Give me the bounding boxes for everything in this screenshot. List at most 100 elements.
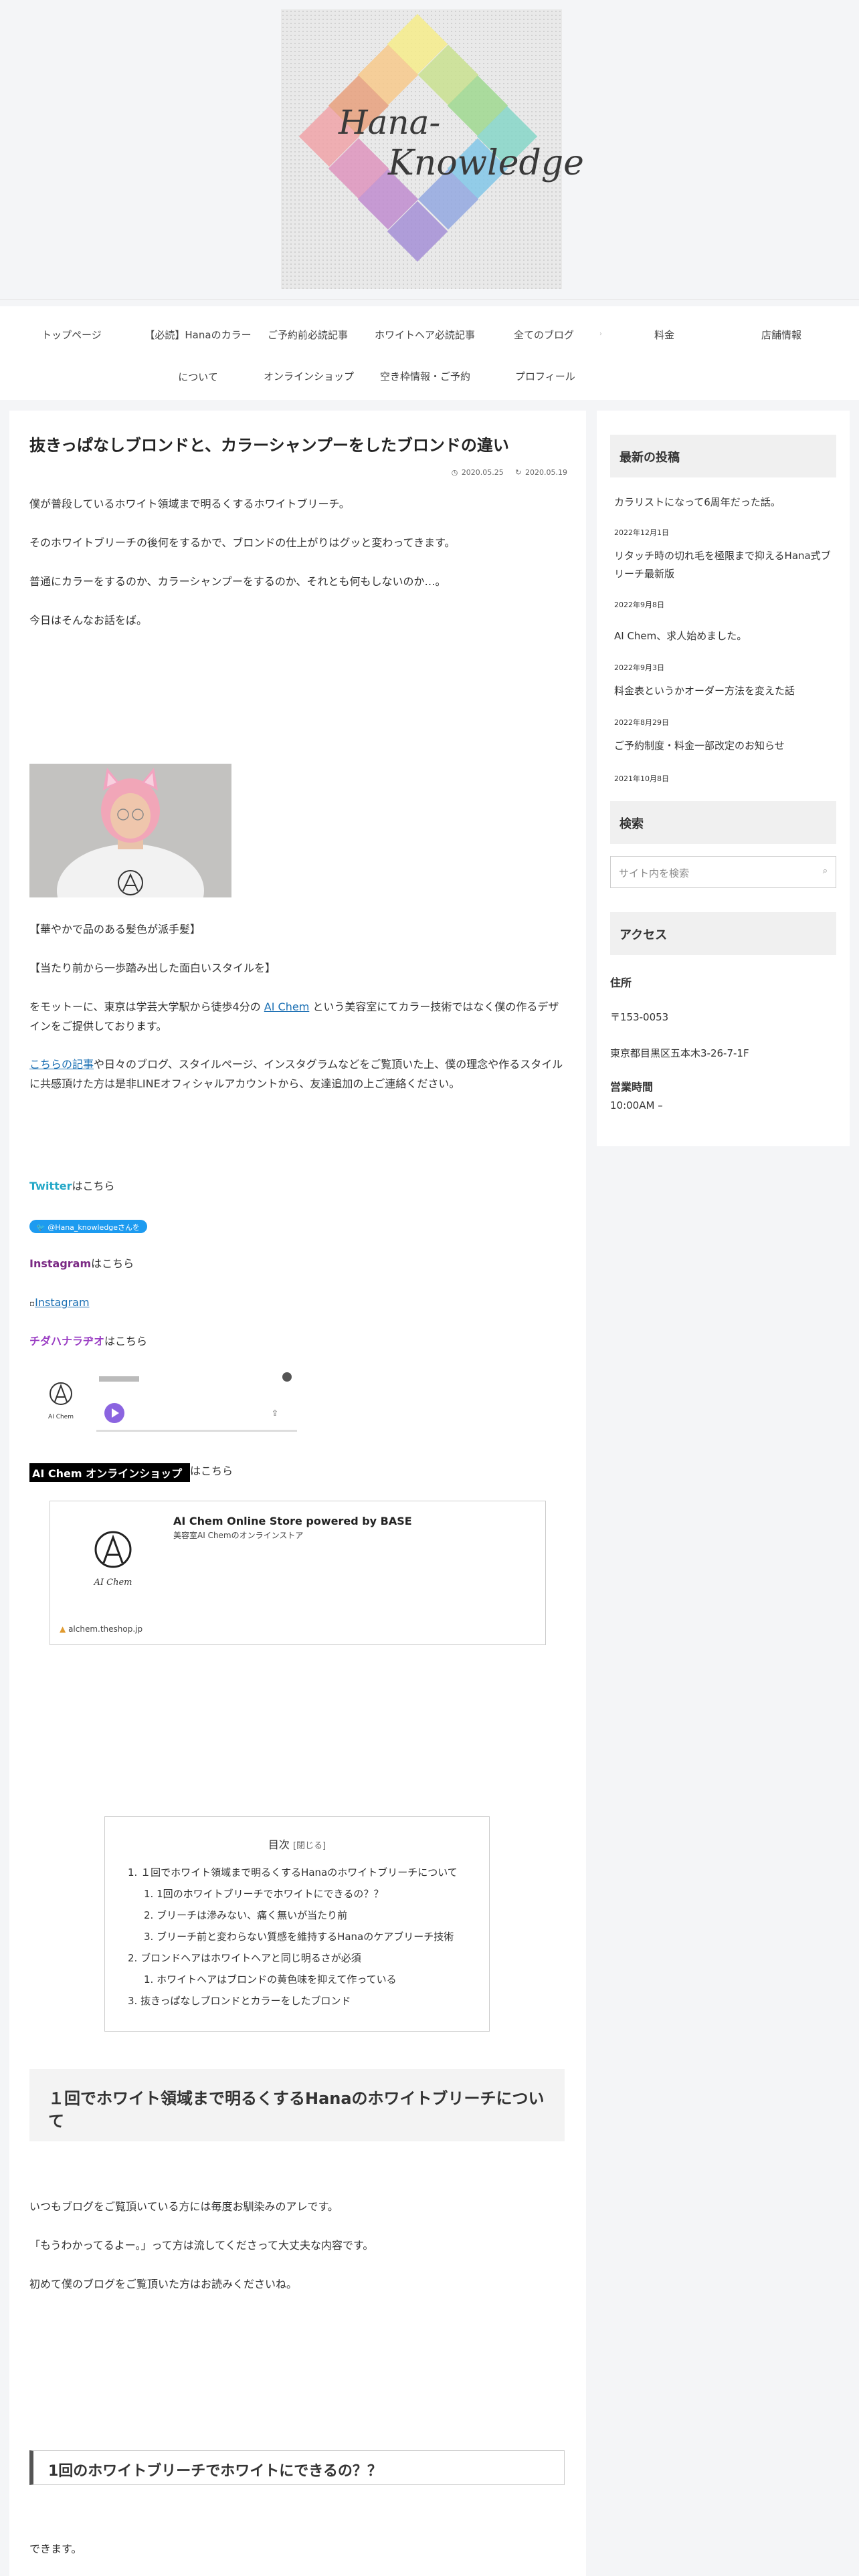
- paragraph: そのホワイトブリーチの後何をするかで、ブロンドの仕上がりはグッと変わってきます。: [29, 536, 456, 549]
- toc-item[interactable]: 2. ブロンドヘアはホワイトヘアと同じ明るさが必須: [128, 1951, 361, 1965]
- global-nav: トップページ 【必読】Hanaのカラー について ご予約前必読記事 ホワイトヘア…: [0, 306, 859, 400]
- paragraph: 「もうわかってるよー。」って方は流してくださって大丈夫な内容です。: [29, 2239, 374, 2252]
- sidebar: 最新の投稿 カラリストになって6周年だった話。 2022年12月1日 リタッチ時…: [597, 411, 850, 1146]
- shop-label: AI Chem オンラインショップ: [29, 1463, 190, 1482]
- toc-item[interactable]: 3. ブリーチ前と変わらない質感を維持するHanaのケアブリーチ技術: [144, 1929, 454, 1943]
- twitter-bird-icon: 🐦: [36, 1223, 45, 1232]
- twitter-suffix: はこちら: [72, 1180, 115, 1192]
- recent-posts-heading: 最新の投稿: [610, 435, 836, 477]
- shop-card[interactable]: AI Chem AI Chem Online Store powered by …: [50, 1501, 546, 1645]
- nav-item-profile[interactable]: プロフィール: [515, 369, 575, 383]
- nav-item-online-shop[interactable]: オンラインショップ: [264, 369, 354, 383]
- published-date: 2020.05.25: [461, 468, 504, 477]
- play-button[interactable]: [104, 1403, 124, 1423]
- toc-item[interactable]: 2. ブリーチは滲みない、痛く無いが当たり前: [144, 1908, 347, 1922]
- shop-card-url-row: ▲ alchem.theshop.jp: [60, 1624, 142, 1634]
- audio-progress-track[interactable]: [96, 1430, 297, 1432]
- access-heading: アクセス: [610, 912, 836, 955]
- search-icon[interactable]: ⌕: [823, 866, 828, 876]
- nav-item-white-hair[interactable]: ホワイトヘア必読記事: [375, 328, 475, 342]
- paragraph: 普通にカラーをするのか、カラーシャンプーをするのか、それとも何もしないのか…。: [29, 575, 446, 588]
- address-label: 住所: [610, 976, 632, 989]
- nav-item-hana-color[interactable]: 【必読】Hanaのカラー について: [143, 328, 253, 384]
- shop-logo: AI Chem: [86, 1528, 140, 1588]
- instagram-label: Instagram: [29, 1257, 92, 1270]
- hours: 10:00AM –: [610, 1099, 663, 1111]
- search-input[interactable]: サイト内を検索 ⌕: [610, 856, 836, 888]
- chida-suffix: はこちら: [104, 1335, 148, 1348]
- audio-player: AI Chem ⇪: [29, 1363, 305, 1436]
- paragraph: いつもブログをご覧頂いている方には毎度お馴染みのアレです。: [29, 2200, 339, 2213]
- twitter-label: Twitter: [29, 1180, 72, 1192]
- hours-label: 営業時間: [610, 1081, 654, 1093]
- post-title: 抜きっぱなしブロンドと、カラーシャンプーをしたブロンドの違い: [29, 436, 509, 455]
- site-logo[interactable]: Hana- Knowledge: [281, 9, 584, 289]
- toc-item[interactable]: 3. 抜きっぱなしブロンドとカラーをしたブロンド: [128, 1994, 351, 2008]
- broken-image-icon: ▫: [29, 1299, 35, 1308]
- search-placeholder: サイト内を検索: [619, 867, 690, 879]
- nav-item-store-info[interactable]: 店舗情報: [761, 328, 801, 342]
- ai-chem-link[interactable]: AI Chem: [264, 1000, 310, 1013]
- paragraph: こちらの記事や日々のブログ、スタイルページ、インスタグラムなどをご覧頂いた上、僕…: [29, 1055, 565, 1094]
- instagram-suffix: はこちら: [91, 1257, 134, 1270]
- logo-word-knowledge: Knowledge: [388, 143, 584, 183]
- table-of-contents: 目次 [閉じる] 1. １回でホワイト領域まで明るくするHanaのホワイトブリー…: [104, 1816, 490, 2032]
- shop-suffix: はこちら: [190, 1465, 233, 1477]
- nav-item-top[interactable]: トップページ: [41, 328, 102, 342]
- toc-toggle[interactable]: [閉じる]: [293, 1841, 326, 1851]
- twitter-follow-button[interactable]: 🐦 @Hana_knowledgeさんをフォロー: [29, 1220, 147, 1243]
- toc-title: 目次: [268, 1838, 290, 1851]
- recent-post-date: 2022年9月3日: [614, 663, 664, 672]
- recent-post-link[interactable]: カラリストになって6周年だった話。: [614, 494, 835, 512]
- shop-favicon-icon: ▲: [60, 1624, 66, 1634]
- main-content: 抜きっぱなしブロンドと、カラーシャンプーをしたブロンドの違い ◷ 2020.05…: [9, 411, 586, 2576]
- chida-label: チダハナラヂオ: [29, 1335, 105, 1348]
- share-icon[interactable]: ⇪: [272, 1408, 278, 1418]
- nav-item-availability[interactable]: 空き枠情報・ご予約: [380, 369, 470, 383]
- shop-card-url: alchem.theshop.jp: [68, 1624, 143, 1634]
- nav-item-price[interactable]: 料金: [654, 328, 674, 342]
- nav-item-label: 【必読】Hanaのカラー: [145, 329, 252, 341]
- paragraph: 【華やかで品のある髪色が派手髪】: [29, 923, 201, 936]
- nav-item-before-booking[interactable]: ご予約前必読記事: [268, 328, 348, 342]
- subsection-heading: 1回のホワイトブリーチでホワイトにできるの？？: [29, 2450, 565, 2485]
- paragraph: 初めて僕のブログをご覧頂いた方はお読みくださいね。: [29, 2278, 298, 2290]
- paragraph: 今日はそんなお話をば。: [29, 614, 148, 627]
- paragraph: 僕が普段しているホワイト領域まで明るくするホワイトブリーチ。: [29, 498, 350, 510]
- recent-post-link[interactable]: AI Chem、求人始めました。: [614, 627, 835, 645]
- recent-post-link[interactable]: 料金表というかオーダー方法を変えた話: [614, 682, 835, 700]
- site-header: Hana- Knowledge: [0, 0, 859, 300]
- logo-word-hana: Hana-: [339, 103, 441, 142]
- article-link[interactable]: こちらの記事: [29, 1058, 94, 1071]
- nav-item-all-blog[interactable]: 全てのブログ: [514, 328, 574, 342]
- toc-item[interactable]: 1. ホワイトヘアはブロンドの黄色味を抑えて作っている: [144, 1972, 397, 1986]
- twitter-line: Twitterはこちら: [29, 1177, 565, 1196]
- audio-brand: AI Chem: [48, 1414, 74, 1420]
- clock-icon: ◷: [451, 468, 458, 477]
- post-dates: ◷ 2020.05.25 ↻ 2020.05.19: [442, 468, 567, 477]
- toc-item[interactable]: 1. 1回のホワイトブリーチでホワイトにできるの？？: [144, 1887, 383, 1901]
- shop-card-title: AI Chem Online Store powered by BASE: [173, 1515, 412, 1527]
- recent-post-link[interactable]: リタッチ時の切れ毛を極限まで抑えるHana式ブリーチ最新版: [614, 547, 835, 583]
- more-icon[interactable]: [282, 1372, 292, 1382]
- address: 東京都目黒区五本木3-26-7-1F: [610, 1047, 749, 1059]
- instagram-link[interactable]: Instagram: [35, 1296, 89, 1309]
- toc-header: 目次 [閉じる]: [105, 1817, 489, 1852]
- instagram-link-line: ▫Instagram: [29, 1293, 565, 1313]
- audio-logo: AI Chem: [43, 1379, 79, 1420]
- instagram-line: Instagramはこちら: [29, 1255, 565, 1274]
- recent-post-date: 2022年8月29日: [614, 718, 669, 727]
- refresh-icon: ↻: [515, 468, 522, 477]
- toc-item[interactable]: 1. １回でホワイト領域まで明るくするHanaのホワイトブリーチについて: [128, 1865, 458, 1879]
- twitter-button-label: @Hana_knowledgeさんをフォロー: [36, 1223, 140, 1243]
- chida-line: チダハナラヂオはこちら: [29, 1332, 565, 1352]
- recent-post-link[interactable]: ご予約制度・料金一部改定のお知らせ: [614, 737, 835, 755]
- paragraph: をモットーに、東京は学芸大学駅から徒歩4分の AI Chem という美容室にてカ…: [29, 998, 565, 1037]
- nav-separator: ›: [599, 330, 602, 338]
- postal-code: 〒153-0053: [610, 1011, 669, 1023]
- paragraph: できます。: [29, 2543, 82, 2555]
- audio-title-placeholder: [99, 1376, 139, 1382]
- paragraph: 【当たり前から一歩踏み出した面白いスタイルを】: [29, 962, 276, 974]
- updated-date: 2020.05.19: [525, 468, 567, 477]
- section-heading: １回でホワイト領域まで明るくするHanaのホワイトブリーチについて: [29, 2069, 565, 2141]
